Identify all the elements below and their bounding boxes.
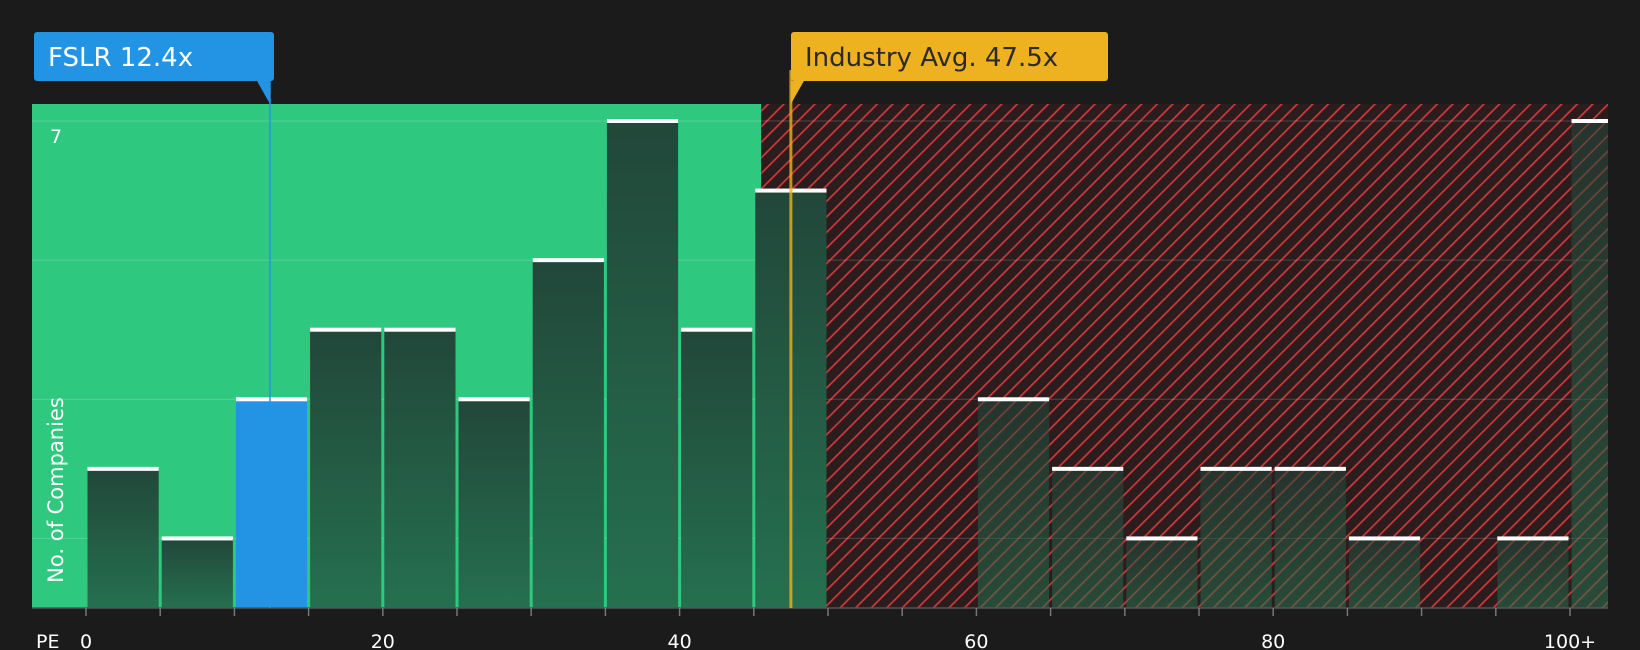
bar-cap [87,466,159,471]
bar-cap [1052,466,1124,471]
bar-cap [1126,536,1198,541]
histogram-bar [1571,121,1608,608]
bar-cap [384,327,456,332]
x-axis-prefix: PE [36,631,59,650]
histogram-bar [606,121,679,608]
histogram-bar [1274,468,1346,608]
bar-cap [977,397,1050,402]
histogram-bar [532,260,604,608]
overvalued-zone [761,104,1608,608]
bar-cap [606,119,679,123]
bar-cap [235,397,308,402]
histogram-bar [458,399,530,608]
pe-distribution-chart: 0 20 40 60 80 100+ 7 FSLR 12.4x Industry Avg. 4… [0,0,1640,650]
bar-cap [1571,119,1608,123]
bar-cap [1348,536,1421,541]
histogram-bar [384,329,456,608]
bar-cap [161,536,233,541]
histogram-bar [87,468,159,608]
bar-cap [1497,536,1569,541]
histogram-bar [235,399,308,608]
histogram-bar [681,329,753,608]
y-axis-label: No. of Companies [44,397,68,583]
x-tick-label: 100+ [1544,631,1596,650]
marker-label: FSLR 12.4x [48,43,193,73]
histogram-bar [1200,468,1272,608]
bar-cap [1200,466,1272,471]
y-tick-label: 7 [50,126,62,148]
bar-cap [681,327,753,332]
marker-label: Industry Avg. 47.5x [805,43,1058,73]
x-tick-label: 20 [371,631,395,650]
x-tick-label: 0 [80,631,92,650]
x-tick-label: 80 [1261,631,1285,650]
histogram-bar [161,538,233,608]
x-tick-label: 60 [964,631,988,650]
histogram-bar [977,399,1050,608]
bar-cap [532,258,604,263]
histogram-bar [1497,538,1569,608]
bar-cap [1274,466,1346,471]
histogram-bar [1126,538,1198,608]
x-tick-label: 40 [668,631,692,650]
bar-cap [310,327,382,332]
histogram-bar [310,329,382,608]
histogram-bar [1348,538,1421,608]
histogram-bar [1052,468,1124,608]
bar-cap [458,397,530,402]
